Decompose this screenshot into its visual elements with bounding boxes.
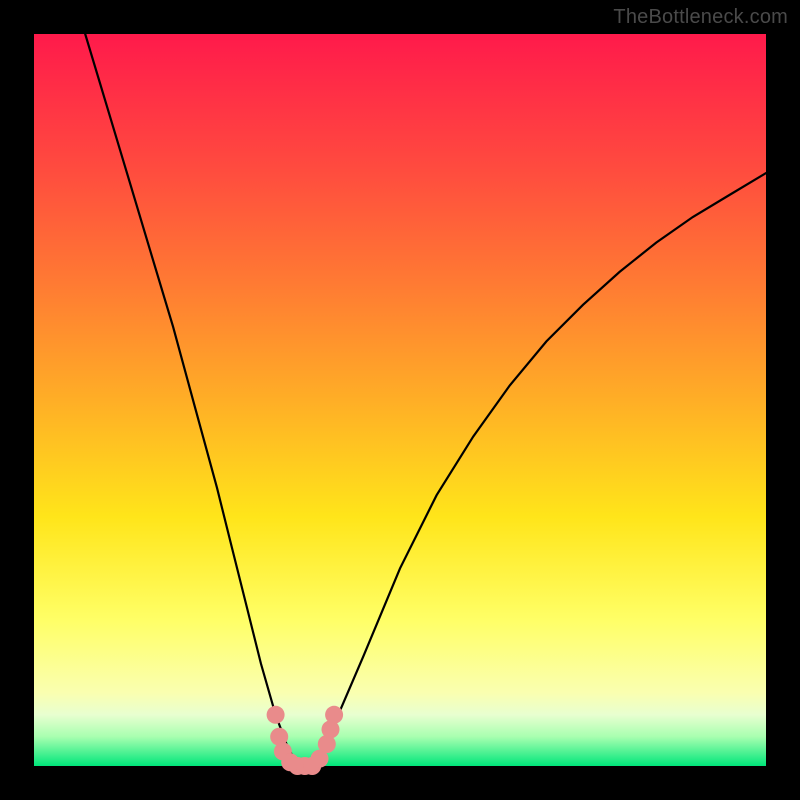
highlight-markers	[267, 706, 344, 775]
highlight-marker	[267, 706, 285, 724]
chart-svg	[34, 34, 766, 766]
highlight-marker	[325, 706, 343, 724]
bottleneck-curve	[85, 34, 766, 766]
watermark-text: TheBottleneck.com	[613, 6, 788, 29]
plot-area	[34, 34, 766, 766]
chart-frame: TheBottleneck.com	[0, 0, 800, 800]
